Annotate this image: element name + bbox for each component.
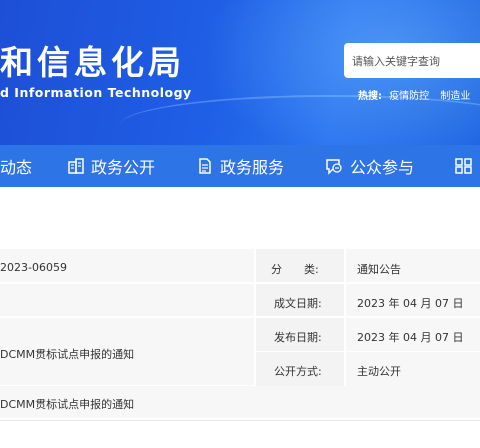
document-icon	[199, 158, 211, 174]
nav-item-news[interactable]: 动态	[0, 145, 32, 187]
grid-icon	[455, 158, 472, 174]
nav-item-public-participation[interactable]: 公众参与	[324, 145, 414, 187]
doc-title-value: DCMM贯标试点申报的通知	[0, 348, 135, 361]
document-info-table: 2023-06059 分 类: 通知公告 成文日期: 2023 年 04 月 0…	[0, 248, 480, 420]
doc-number-value: 2023-06059	[0, 261, 67, 274]
open-method-label: 公开方式:	[274, 365, 322, 378]
header-wave-decoration	[120, 95, 480, 145]
published-date-label: 发布日期:	[274, 331, 322, 344]
hot-search-item[interactable]: 制造业	[440, 91, 470, 102]
table-row: 2023-06059 分 类: 通知公告	[0, 248, 480, 282]
nav-item-label: 公众参与	[350, 158, 415, 177]
table-cell	[0, 284, 254, 316]
created-date-value: 2023 年 04 月 07 日	[357, 297, 464, 310]
table-row: DCMM贯标试点申报的通知	[0, 386, 480, 418]
site-title-en: d Information Technology	[0, 85, 192, 100]
doc-subject-value: DCMM贯标试点申报的通知	[0, 398, 135, 411]
published-date-value: 2023 年 04 月 07 日	[357, 331, 464, 344]
nav-item-more[interactable]	[454, 145, 480, 187]
nav-item-gov-service[interactable]: 政务服务	[196, 145, 284, 187]
site-header: 和信息化局 d Information Technology 请输入关键字查询 …	[0, 0, 480, 145]
open-method-value: 主动公开	[357, 365, 401, 378]
chat-icon	[326, 159, 342, 175]
nav-item-label: 政务服务	[220, 158, 285, 177]
building-icon	[68, 158, 84, 174]
hot-search-item[interactable]: 疫情防控	[389, 91, 429, 102]
site-title-cn[interactable]: 和信息化局	[0, 36, 185, 84]
nav-item-gov-open[interactable]: 政务公开	[67, 145, 155, 187]
hot-search-label: 热搜:	[358, 91, 382, 102]
divider	[0, 420, 480, 421]
table-row: 成文日期: 2023 年 04 月 07 日	[0, 283, 480, 316]
hot-search: 热搜: 疫情防控 制造业	[358, 87, 478, 102]
category-value: 通知公告	[357, 263, 401, 276]
main-nav: 动态 政务公开 政务服务 公众参与	[0, 145, 480, 187]
search-input[interactable]: 请输入关键字查询	[344, 43, 480, 78]
nav-item-label: 政务公开	[91, 158, 156, 177]
nav-item-label: 动态	[0, 158, 33, 177]
table-row: DCMM贯标试点申报的通知 发布日期: 2023 年 04 月 07 日 公开方…	[0, 317, 480, 386]
created-date-label: 成文日期:	[274, 297, 322, 310]
category-label: 分 类:	[271, 263, 319, 276]
